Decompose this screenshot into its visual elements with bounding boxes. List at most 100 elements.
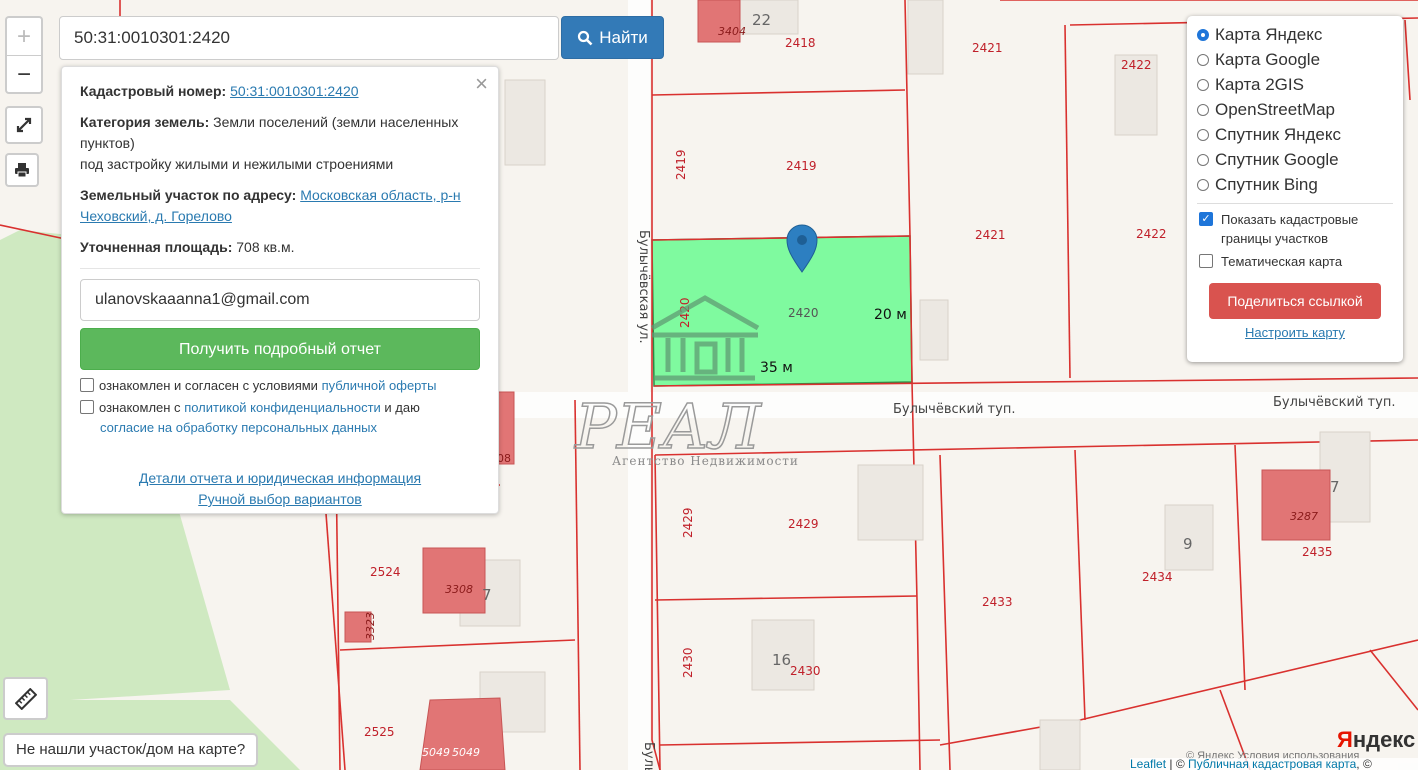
configure-map-link[interactable]: Настроить карту [1245, 325, 1345, 340]
house-number: 9 [1183, 535, 1193, 553]
dimension-length: 35 м [760, 360, 793, 376]
search-icon [578, 30, 593, 45]
street-label: Булычёвская ул. [636, 230, 651, 344]
building-label: 3308 [445, 583, 473, 596]
fullscreen-button[interactable] [5, 106, 43, 144]
pkk-link[interactable]: Публичная кадастровая карта [1188, 758, 1356, 770]
house-number: 22 [752, 11, 771, 29]
plot-label: 2524 [370, 565, 401, 579]
plot-label: 2418 [785, 36, 816, 50]
building-label: 3323 [364, 612, 377, 640]
plot-label: 2419 [786, 159, 817, 173]
show-cadastral-label: Показать кадастровые границы участков [1221, 212, 1359, 246]
thematic-map-toggle[interactable]: Тематическая карта [1197, 252, 1393, 271]
privacy-and: и даю [380, 400, 420, 415]
get-report-button[interactable]: Получить подробный отчет [80, 328, 480, 370]
layer-label: Карта 2GIS [1215, 75, 1304, 94]
layer-label: Карта Яндекс [1215, 25, 1323, 44]
offer-text: ознакомлен и согласен с условиями [99, 378, 322, 393]
privacy-text: ознакомлен с [99, 400, 185, 415]
attr-sep: | © [1166, 758, 1188, 770]
dimension-width: 20 м [874, 307, 907, 323]
category-label: Категория земель: [80, 114, 210, 130]
find-button[interactable]: Найти [561, 16, 664, 59]
radio[interactable] [1197, 53, 1209, 66]
zoom-in-button[interactable]: + [7, 18, 41, 56]
plot-label: 2429 [788, 517, 819, 531]
layers-panel: Карта Яндекс Карта Google Карта 2GIS Ope… [1187, 16, 1403, 362]
watermark-subtitle: Агентство Недвижимости [612, 454, 799, 468]
layer-label: Спутник Google [1215, 150, 1339, 169]
print-icon [15, 163, 29, 178]
building-label: 3287 [1290, 510, 1318, 523]
radio-selected[interactable] [1197, 28, 1209, 41]
close-icon[interactable]: × [475, 73, 488, 95]
radio[interactable] [1197, 103, 1209, 116]
fullscreen-icon [16, 117, 32, 133]
building-label: 5049 [422, 746, 450, 759]
yandex-logo-rest: ндекс [1352, 727, 1416, 752]
cadastral-label: Кадастровый номер: [80, 83, 227, 99]
zoom-control: + − [5, 16, 43, 94]
consent-link[interactable]: согласие на обработку персональных данны… [100, 420, 377, 435]
plus-icon: + [16, 22, 31, 50]
leaflet-link[interactable]: Leaflet [1130, 758, 1166, 770]
show-cadastral-toggle[interactable]: ✓ Показать кадастровые границы участков [1197, 210, 1393, 248]
house-number: 7 [482, 586, 492, 604]
street-label: Булычёвский туп. [1273, 395, 1395, 410]
plot-label: 2430 [681, 647, 695, 678]
privacy-agreement: ознакомлен с политикой конфиденциальност… [80, 398, 480, 438]
divider [1197, 203, 1393, 204]
street-label: Булы [641, 742, 656, 770]
cadastral-number-link[interactable]: 50:31:0010301:2420 [230, 83, 358, 99]
building-label: 3404 [718, 25, 746, 38]
privacy-link[interactable]: политикой конфиденциальности [184, 400, 381, 415]
plot-label: 2433 [982, 595, 1013, 609]
layer-option-yandex-map[interactable]: Карта Яндекс [1197, 22, 1393, 47]
layer-option-yandex-satellite[interactable]: Спутник Яндекс [1197, 122, 1393, 147]
category-sub: под застройку жилыми и нежилыми строения… [80, 156, 394, 172]
layer-option-google-satellite[interactable]: Спутник Google [1197, 147, 1393, 172]
plot-label: 2525 [364, 725, 395, 739]
area-label: Уточненная площадь: [80, 239, 233, 255]
zoom-out-button[interactable]: − [7, 56, 41, 93]
layer-option-osm[interactable]: OpenStreetMap [1197, 97, 1393, 122]
share-link-button[interactable]: Поделиться ссылкой [1209, 283, 1381, 319]
plot-label: 2422 [1136, 227, 1167, 241]
layer-option-bing-satellite[interactable]: Спутник Bing [1197, 172, 1393, 197]
privacy-checkbox[interactable] [80, 400, 94, 414]
details-link[interactable]: Детали отчета и юридическая информация [139, 470, 421, 486]
checkbox[interactable] [1199, 254, 1213, 268]
plot-label: 2421 [972, 41, 1003, 55]
plot-label: 2422 [1121, 58, 1152, 72]
manual-selection-link[interactable]: Ручной выбор вариантов [198, 491, 362, 507]
street-label: Булычёвский туп. [893, 402, 1015, 417]
plot-label: 2419 [674, 149, 688, 180]
radio[interactable] [1197, 178, 1209, 191]
offer-link[interactable]: публичной оферты [322, 378, 437, 393]
email-field[interactable]: ulanovskaaanna1@gmail.com [80, 279, 480, 321]
not-found-button[interactable]: Не нашли участок/дом на карте? [3, 733, 259, 767]
radio[interactable] [1197, 128, 1209, 141]
checkbox-checked[interactable]: ✓ [1199, 212, 1213, 226]
attr-tail: , © [1356, 758, 1372, 770]
radio[interactable] [1197, 78, 1209, 91]
layer-option-google-map[interactable]: Карта Google [1197, 47, 1393, 72]
parcel-info-panel: × Кадастровый номер: 50:31:0010301:2420 … [61, 66, 499, 514]
attribution: Leaflet | © Публичная кадастровая карта,… [1130, 758, 1418, 770]
plot-label: 2434 [1142, 570, 1173, 584]
find-button-label: Найти [599, 27, 648, 47]
print-button[interactable] [5, 153, 39, 187]
plot-label: 2429 [681, 507, 695, 538]
offer-checkbox[interactable] [80, 378, 94, 392]
building-label: 5049 [452, 746, 480, 759]
ruler-button[interactable] [3, 677, 48, 720]
radio[interactable] [1197, 153, 1209, 166]
layer-option-2gis[interactable]: Карта 2GIS [1197, 72, 1393, 97]
plot-label: 2430 [790, 664, 821, 678]
search-input[interactable]: 50:31:0010301:2420 [59, 16, 559, 60]
yandex-logo-y: Я [1337, 727, 1353, 752]
layer-label: Карта Google [1215, 50, 1321, 69]
building-label: 08 [497, 452, 511, 465]
address-label: Земельный участок по адресу: [80, 187, 297, 203]
